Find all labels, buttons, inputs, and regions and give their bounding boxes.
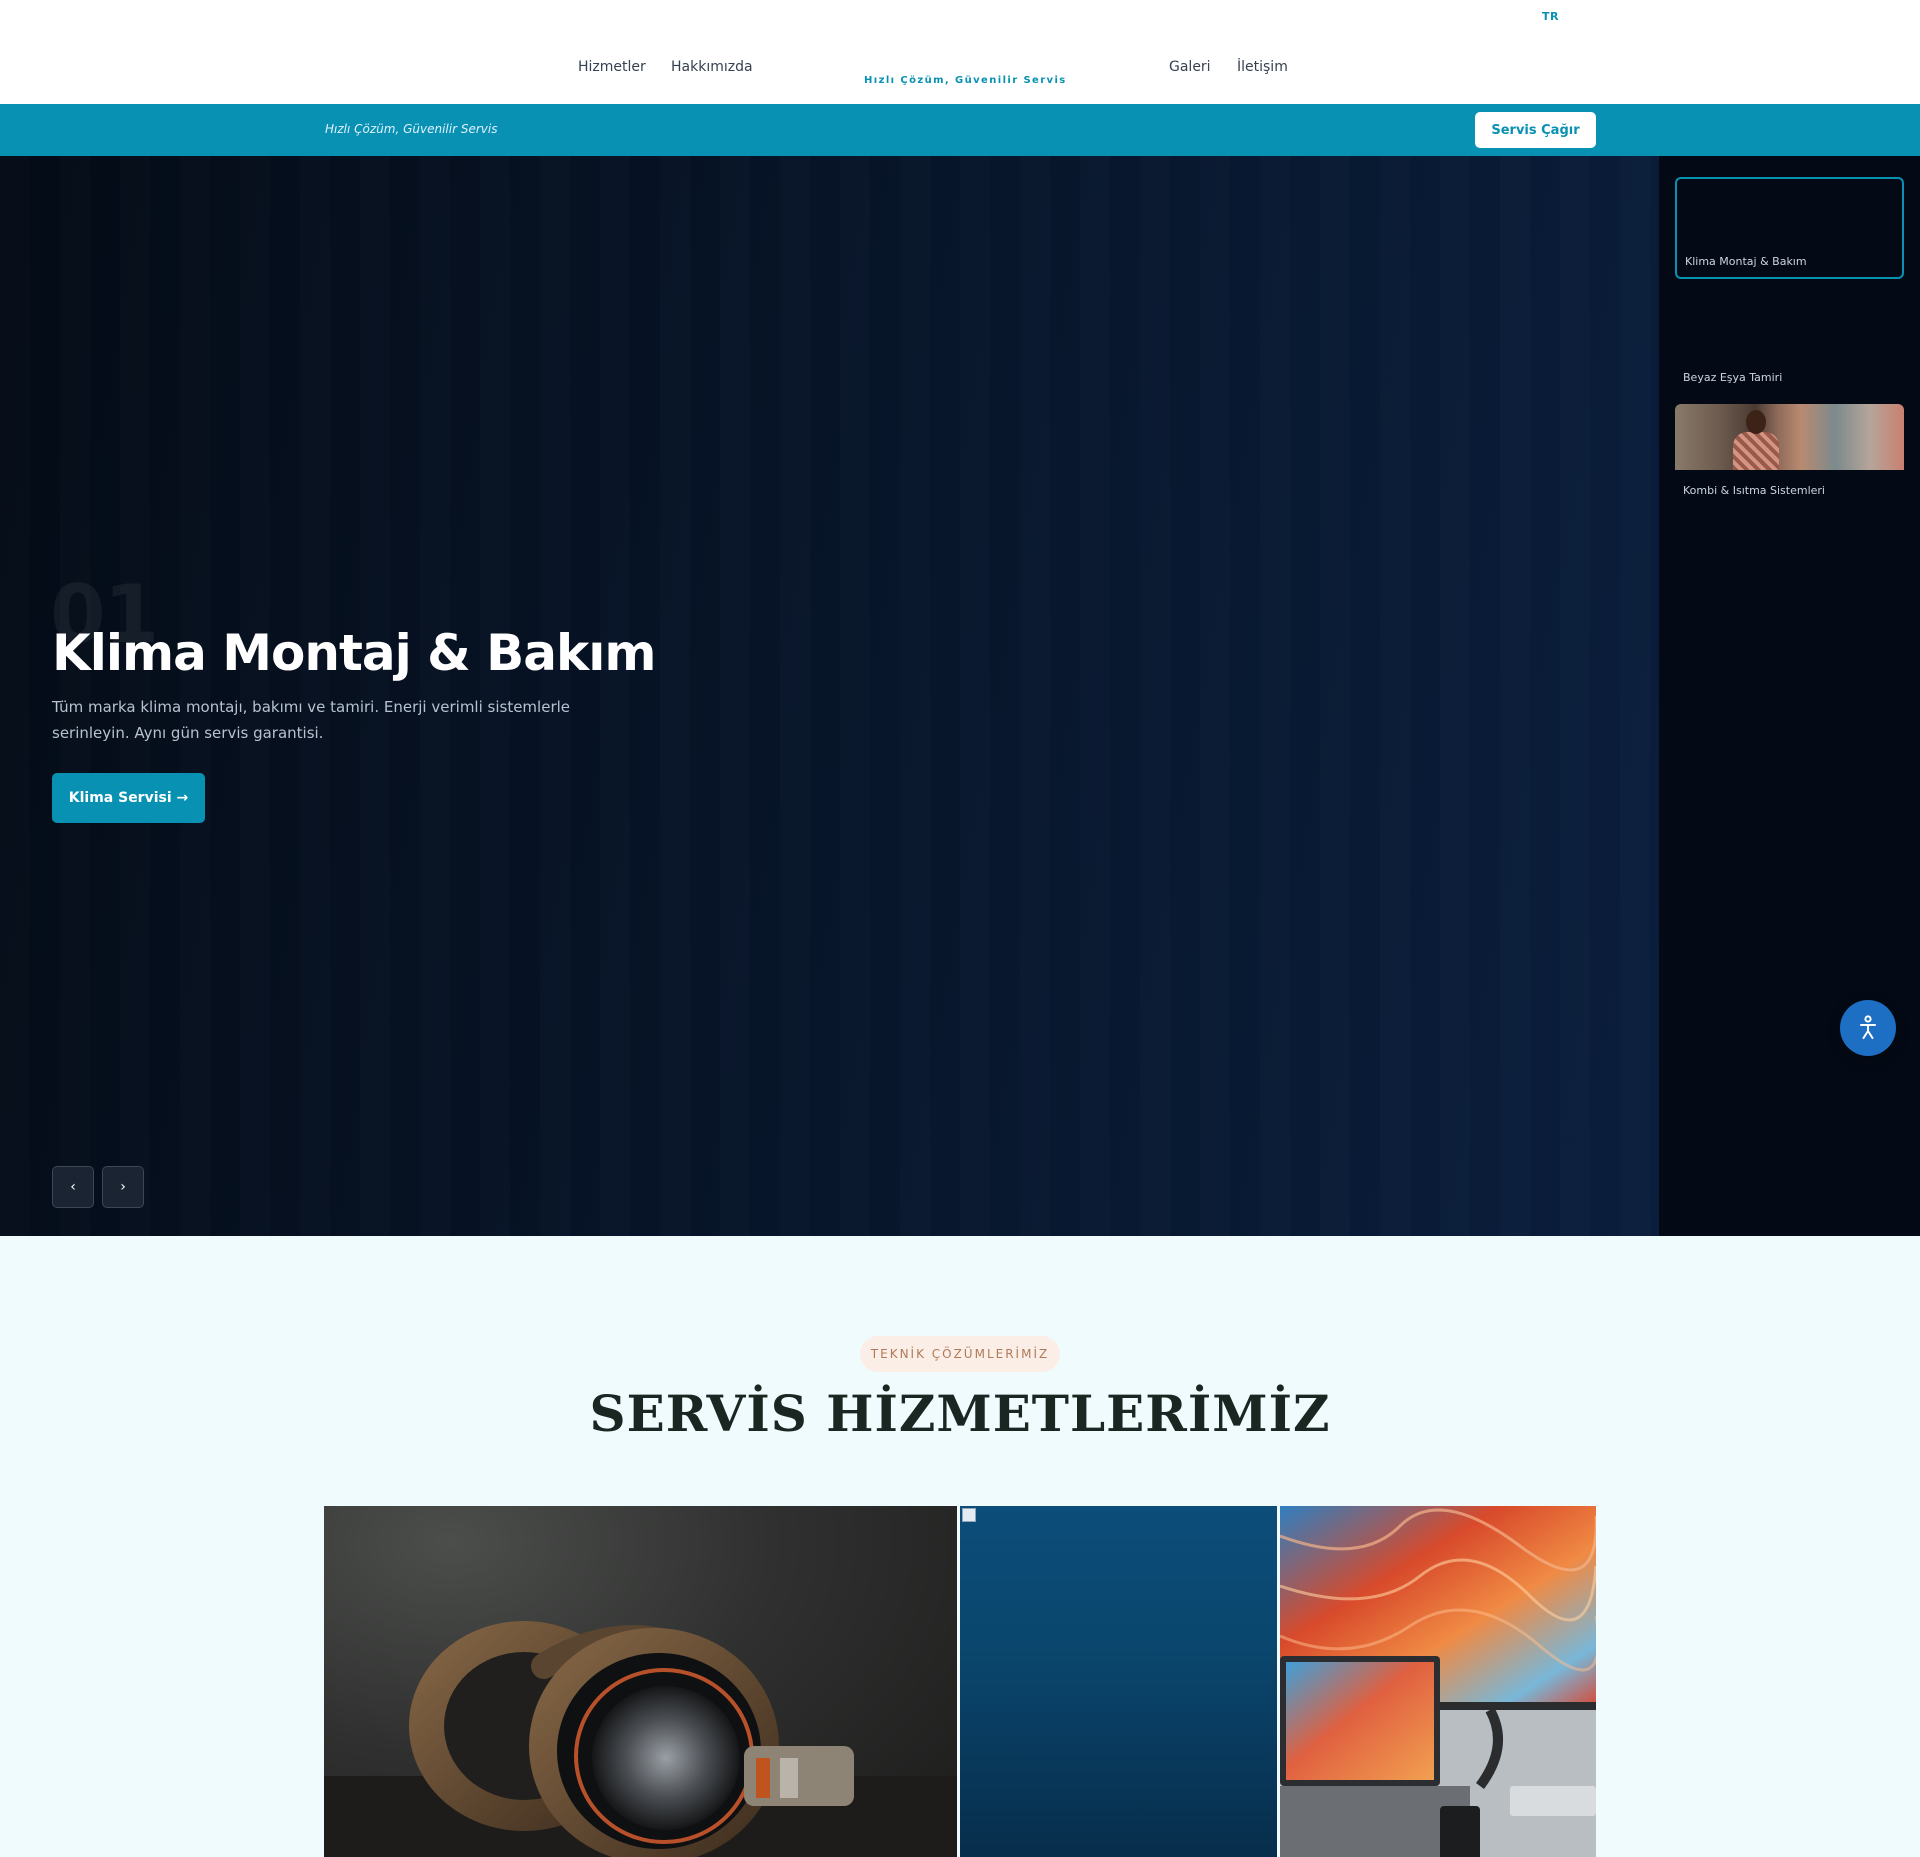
thumbnail-label: Kombi & Isıtma Sistemleri	[1683, 484, 1825, 497]
slide-thumbnails: Klima Montaj & Bakım Beyaz Eşya Tamiri K…	[1659, 156, 1920, 1236]
thumbnail-label: Beyaz Eşya Tamiri	[1683, 371, 1783, 384]
thumbnail-label: Klima Montaj & Bakım	[1685, 255, 1807, 268]
headphones-image	[324, 1621, 957, 1857]
logo-tagline: Hızlı Çözüm, Güvenilir Servis	[864, 75, 1067, 86]
slide-description: Tüm marka klima montajı, bakımı ve tamir…	[52, 698, 571, 742]
topbar-tagline: Hızlı Çözüm, Güvenilir Servis	[325, 122, 498, 136]
call-service-button[interactable]: Servis Çağır	[1475, 112, 1596, 148]
services-section: TEKNİK ÇÖZÜMLERİMİZ SERVİS HİZMETLERİMİZ	[0, 1236, 1920, 1857]
accessibility-icon	[1860, 1015, 1876, 1039]
thumbnail-kombi[interactable]: Kombi & Isıtma Sistemleri	[1675, 404, 1904, 506]
broken-image-icon	[962, 1508, 976, 1522]
slide-cta-button[interactable]: Klima Servisi →	[52, 773, 205, 823]
thumbnail-beyaz-esya[interactable]: Beyaz Eşya Tamiri	[1675, 291, 1904, 393]
language-selector[interactable]: TR	[1542, 10, 1559, 23]
chevron-left-icon: ‹	[70, 1179, 76, 1195]
service-card-headphones[interactable]	[324, 1506, 957, 1857]
service-card-monitors[interactable]	[1280, 1506, 1596, 1857]
top-bar: Hızlı Çözüm, Güvenilir Servis Servis Çağ…	[0, 104, 1920, 156]
service-card-blue[interactable]	[960, 1506, 1277, 1857]
nav-link-galeri[interactable]: Galeri	[1169, 59, 1211, 75]
technician-figure	[1733, 410, 1779, 470]
prev-slide-button[interactable]: ‹	[52, 1166, 94, 1208]
chevron-right-icon: ›	[120, 1179, 126, 1195]
nav-link-hizmetler[interactable]: Hizmetler	[578, 59, 646, 75]
thumbnail-klima[interactable]: Klima Montaj & Bakım	[1675, 177, 1904, 279]
hero-slider: 01 Klima Montaj & Bakım Tüm marka klima …	[0, 156, 1659, 1236]
nav-link-hakkimizda[interactable]: Hakkımızda	[671, 59, 753, 75]
section-title: SERVİS HİZMETLERİMİZ	[589, 1384, 1331, 1443]
nav-link-iletisim[interactable]: İletişim	[1237, 59, 1288, 75]
section-badge: TEKNİK ÇÖZÜMLERİMİZ	[860, 1336, 1060, 1372]
accessibility-button[interactable]	[1840, 1000, 1896, 1056]
monitors-image	[1280, 1506, 1596, 1857]
slide-title: Klima Montaj & Bakım	[52, 624, 657, 682]
technician-photo	[1675, 404, 1904, 470]
site-header: TR Hizmetler Hakkımızda Hızlı Çözüm, Güv…	[0, 0, 1920, 104]
next-slide-button[interactable]: ›	[102, 1166, 144, 1208]
